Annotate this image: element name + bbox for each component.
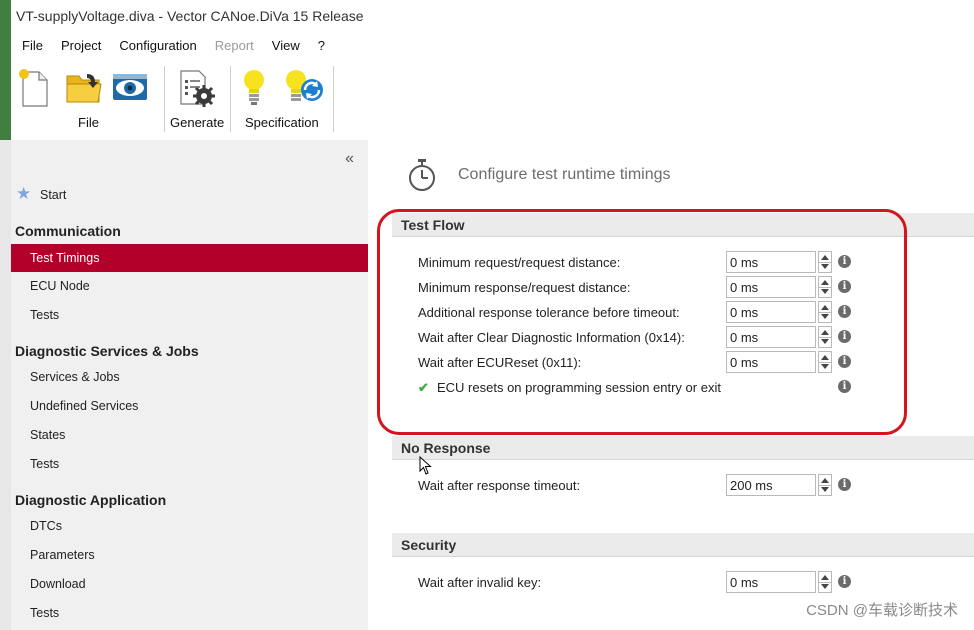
ribbon-separator [230,66,231,132]
sidebar-item-tests[interactable]: Tests [30,606,59,620]
section-title: Security [401,537,457,553]
sidebar-item-download[interactable]: Download [30,577,86,591]
sidebar-item-undefined-services[interactable]: Undefined Services [30,399,138,413]
view-eye-icon[interactable] [111,70,149,104]
ribbon-group-label-file: File [78,115,99,130]
wait-invalid-key-label: Wait after invalid key: [418,575,542,590]
ribbon-group-generate: Generate [167,64,229,134]
sidebar-item-tests[interactable]: Tests [30,308,59,322]
menu-configuration[interactable]: Configuration [119,38,196,53]
section-title: No Response [401,440,491,456]
lightbulb-refresh-icon[interactable] [283,68,325,108]
ribbon-group-label-specification: Specification [245,115,319,130]
navigation-sidebar: « ★ Start Communication Test Timings ECU… [11,140,368,630]
ribbon-group-label-generate: Generate [170,115,225,130]
menu-view[interactable]: View [272,38,300,53]
sidebar-item-dtcs[interactable]: DTCs [30,519,62,533]
mouse-cursor-icon [419,456,432,475]
lightbulb-icon[interactable] [241,68,267,108]
collapse-sidebar-button[interactable]: « [345,150,354,168]
wait-response-timeout-input[interactable]: 200 ms [726,474,816,496]
window-edge [0,0,11,630]
sidebar-item-start[interactable]: Start [40,188,66,202]
menu-project[interactable]: Project [61,38,101,53]
ribbon: File Generate Specification [11,64,974,138]
menu-report: Report [214,38,254,53]
section-header-no-response: No Response [392,436,974,460]
open-folder-icon[interactable] [65,70,103,104]
sidebar-item-ecu-node[interactable]: ECU Node [30,279,90,293]
star-icon: ★ [16,184,32,203]
wait-invalid-key-input[interactable]: 0 ms [726,571,816,593]
annotation-highlight [377,209,907,435]
wait-invalid-key-spinner[interactable] [818,571,832,593]
wait-response-timeout-label: Wait after response timeout: [418,478,581,493]
sidebar-heading-diagnostic-application: Diagnostic Application [15,492,167,508]
ribbon-separator [333,66,334,132]
sidebar-item-tests[interactable]: Tests [30,457,59,471]
info-icon[interactable]: i [838,478,851,491]
section-header-security: Security [392,533,974,557]
page-title: Configure test runtime timings [458,166,671,183]
ribbon-group-specification: Specification [233,64,333,134]
sidebar-item-label: Test Timings [30,251,100,265]
sidebar-heading-communication: Communication [15,223,121,239]
info-icon[interactable]: i [838,575,851,588]
menu-help[interactable]: ? [318,38,325,53]
sidebar-item-services-jobs[interactable]: Services & Jobs [30,370,120,384]
menu-file[interactable]: File [22,38,43,53]
stopwatch-icon [409,159,435,191]
ribbon-group-file: File [11,64,163,134]
new-document-icon[interactable] [17,68,51,108]
sidebar-item-test-timings[interactable]: Test Timings [11,244,368,272]
sidebar-heading-diagnostic-services: Diagnostic Services & Jobs [15,343,199,359]
window-title: VT-supplyVoltage.diva - Vector CANoe.DiV… [16,8,364,24]
ribbon-separator [164,66,165,132]
watermark: CSDN @车载诊断技术 [806,602,958,619]
sidebar-item-states[interactable]: States [30,428,65,442]
sidebar-item-parameters[interactable]: Parameters [30,548,95,562]
generate-gear-icon[interactable] [177,68,215,108]
menu-bar: File Project Configuration Report View ? [22,38,343,53]
wait-response-timeout-spinner[interactable] [818,474,832,496]
